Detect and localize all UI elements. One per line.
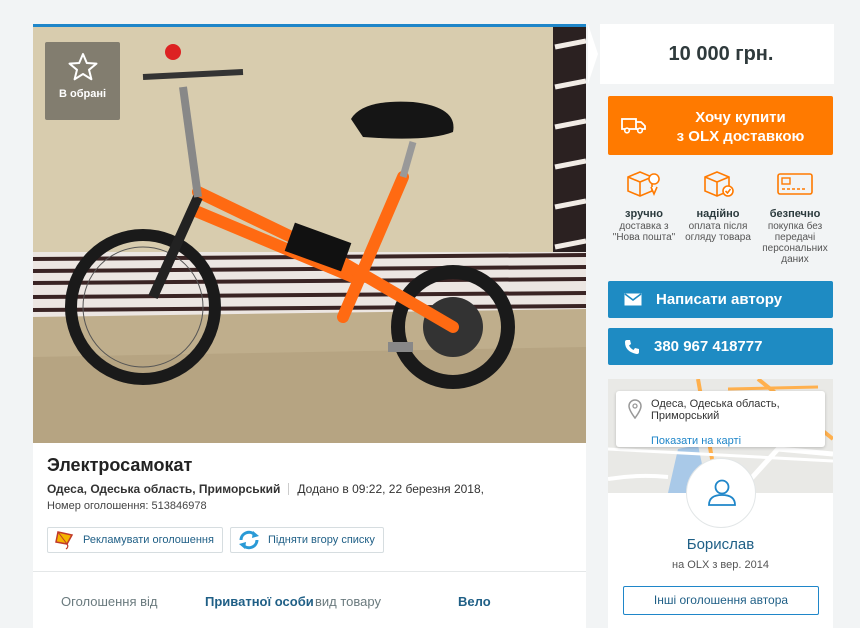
feature-convenient-desc: доставка з "Нова пошта" <box>612 221 676 243</box>
buy-label-line2: з OLX доставкою <box>676 128 805 145</box>
kite-icon <box>55 531 74 550</box>
feature-secure-desc: покупка без передачі персональних даних <box>762 221 828 265</box>
listing-added-date: Додано в 09:22, 22 березня 2018, <box>297 482 484 496</box>
favorites-label: В обрані <box>58 88 107 100</box>
add-to-favorites-button[interactable]: В обрані <box>45 42 120 120</box>
delivery-truck-icon <box>621 118 646 134</box>
phone-number: 380 967 418777 <box>654 338 763 355</box>
section-divider <box>33 571 586 572</box>
listing-card: В обрані Электросамокат Одеса, Одеська о… <box>33 24 586 628</box>
price-value: 10 000 грн. <box>668 43 774 65</box>
price-tag-notch <box>588 24 600 84</box>
show-phone-button[interactable]: 380 967 418777 <box>608 328 833 365</box>
buy-with-delivery-button[interactable]: Хочу купити з OLX доставкою <box>608 96 833 155</box>
phone-icon <box>625 339 639 354</box>
seller-avatar[interactable] <box>686 458 756 528</box>
promote-ad-label: Рекламувати оголошення <box>83 534 214 546</box>
meta-divider <box>288 483 290 495</box>
seller-location: Одеса, Одеська область, Приморський <box>651 398 780 422</box>
star-icon <box>68 53 97 81</box>
buy-with-delivery-label: Хочу купити з OLX доставкою <box>658 108 823 146</box>
other-ads-button[interactable]: Інші оголошення автора <box>623 586 819 615</box>
listing-meta: Одеса, Одеська область, Приморський Додан… <box>47 482 484 496</box>
show-on-map-link[interactable]: Показати на карті <box>651 435 741 447</box>
location-pin-icon <box>628 399 642 419</box>
feature-secure-title: безпечно <box>769 208 821 220</box>
location-bubble: Одеса, Одеська область, Приморський Пока… <box>616 391 825 447</box>
feature-reliable: надійно оплата після огляду товара <box>681 168 755 243</box>
detail-label-seller-type: Оголошення від <box>61 594 158 609</box>
seller-name[interactable]: Борислав <box>608 536 833 553</box>
price-box: 10 000 грн. <box>588 24 834 84</box>
feature-secure: безпечно покупка без передачі персональн… <box>758 168 832 265</box>
box-check-icon <box>704 171 734 197</box>
buy-label-line1: Хочу купити <box>695 109 786 126</box>
listing-location: Одеса, Одеська область, Приморський <box>47 482 281 496</box>
card-icon <box>777 173 813 195</box>
box-location-icon <box>627 171 660 197</box>
raise-ad-label: Підняти вгору списку <box>268 534 375 546</box>
seller-card: Одеса, Одеська область, Приморський Пока… <box>608 379 833 628</box>
listing-ad-number: Номер оголошення: 513846978 <box>47 500 207 512</box>
message-author-label: Написати автору <box>656 291 783 308</box>
seller-member-since: на OLX з вер. 2014 <box>672 559 769 571</box>
refresh-arrows-icon <box>239 530 259 550</box>
detail-value-seller-type[interactable]: Приватної особи <box>205 594 314 609</box>
detail-label-product-type: вид товару <box>315 594 381 609</box>
listing-title: Электросамокат <box>47 455 193 475</box>
detail-value-product-type[interactable]: Вело <box>458 594 491 609</box>
feature-convenient: зручно доставка з "Нова пошта" <box>607 168 681 243</box>
feature-convenient-title: зручно <box>625 208 663 220</box>
message-author-button[interactable]: Написати автору <box>608 281 833 318</box>
envelope-icon <box>624 293 642 306</box>
feature-reliable-desc: оплата після огляду товара <box>685 221 751 243</box>
listing-photo[interactable]: В обрані <box>33 24 586 443</box>
raise-ad-button[interactable]: Підняти вгору списку <box>230 527 384 553</box>
user-icon <box>708 479 736 506</box>
promote-ad-button[interactable]: Рекламувати оголошення <box>47 527 223 553</box>
feature-reliable-title: надійно <box>696 208 740 220</box>
